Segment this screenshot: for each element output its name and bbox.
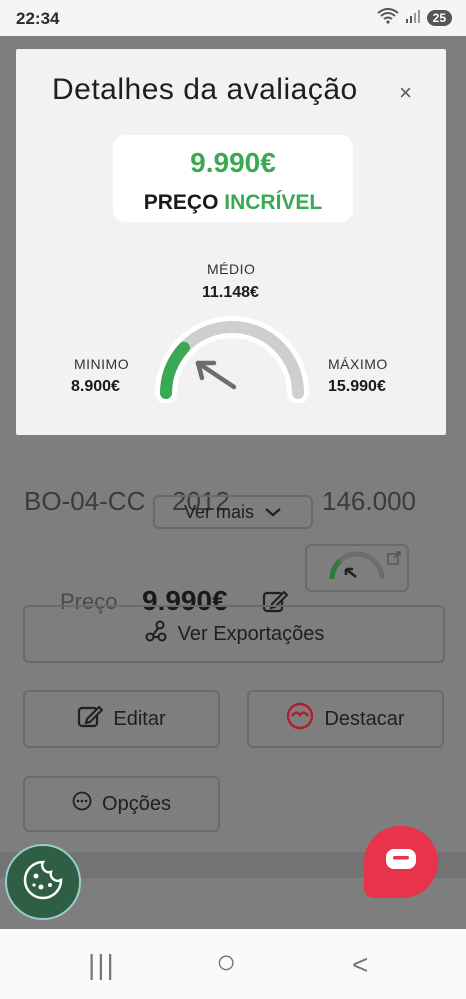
- evaluation-modal: Detalhes da avaliação × 9.990€ PREÇO INC…: [16, 49, 446, 435]
- share-icon: [144, 619, 168, 649]
- status-time: 22:34: [16, 9, 60, 28]
- destacar-button[interactable]: Destacar: [247, 690, 444, 748]
- ver-mais-button[interactable]: Ver mais: [153, 495, 313, 529]
- price-gauge: [155, 316, 309, 403]
- signal-icon: [405, 9, 421, 26]
- modal-title: Detalhes da avaliação: [52, 73, 358, 106]
- max-value: 15.990€: [328, 378, 386, 395]
- mini-gauge-button[interactable]: [305, 544, 409, 592]
- bg-km: 146.000: [322, 486, 416, 516]
- opcoes-label: Opções: [102, 792, 171, 815]
- editar-label: Editar: [113, 707, 166, 730]
- mini-gauge-icon: [326, 549, 388, 587]
- highlight-icon: [286, 702, 314, 736]
- rating-highlight: INCRÍVEL: [224, 191, 323, 214]
- cookie-settings-button[interactable]: [5, 844, 81, 920]
- back-button[interactable]: <: [352, 949, 368, 981]
- wifi-icon: [377, 8, 399, 27]
- medio-label: MÉDIO: [207, 261, 256, 277]
- chat-button[interactable]: [364, 826, 438, 898]
- modal-price: 9.990€: [190, 147, 276, 178]
- bg-plate: BO-04-CC: [24, 486, 146, 516]
- max-label: MÁXIMO: [328, 356, 388, 372]
- opcoes-button[interactable]: Opções: [23, 776, 220, 832]
- recent-apps-button[interactable]: |||: [88, 949, 116, 981]
- chat-icon: [384, 847, 418, 878]
- ver-exportacoes-button[interactable]: Ver Exportações: [23, 605, 445, 663]
- gauge-pointer-icon: [195, 360, 237, 390]
- battery-badge: 25: [426, 9, 452, 26]
- rating-prefix: PREÇO: [143, 191, 219, 214]
- cookie-icon: [21, 858, 65, 907]
- edit-icon: [77, 703, 104, 735]
- status-bar: 22:34 25: [0, 0, 466, 36]
- medio-value: 11.148€: [202, 284, 259, 301]
- chevron-down-icon: [264, 502, 282, 523]
- min-label: MINIMO: [74, 356, 130, 372]
- home-button[interactable]: ○: [216, 943, 237, 982]
- min-value: 8.900€: [71, 378, 120, 395]
- editar-button[interactable]: Editar: [23, 690, 220, 748]
- close-icon[interactable]: ×: [399, 80, 412, 106]
- more-icon: [72, 791, 92, 817]
- ver-exportacoes-label: Ver Exportações: [177, 622, 325, 645]
- destacar-label: Destacar: [324, 707, 405, 730]
- ver-mais-label: Ver mais: [183, 501, 255, 522]
- price-card: 9.990€ PREÇO INCRÍVEL: [113, 135, 353, 222]
- external-link-icon: [387, 548, 401, 571]
- price-rating: PREÇO INCRÍVEL: [113, 191, 353, 215]
- system-nav-bar: ||| ○ <: [0, 929, 466, 999]
- status-icons: 25: [377, 8, 452, 27]
